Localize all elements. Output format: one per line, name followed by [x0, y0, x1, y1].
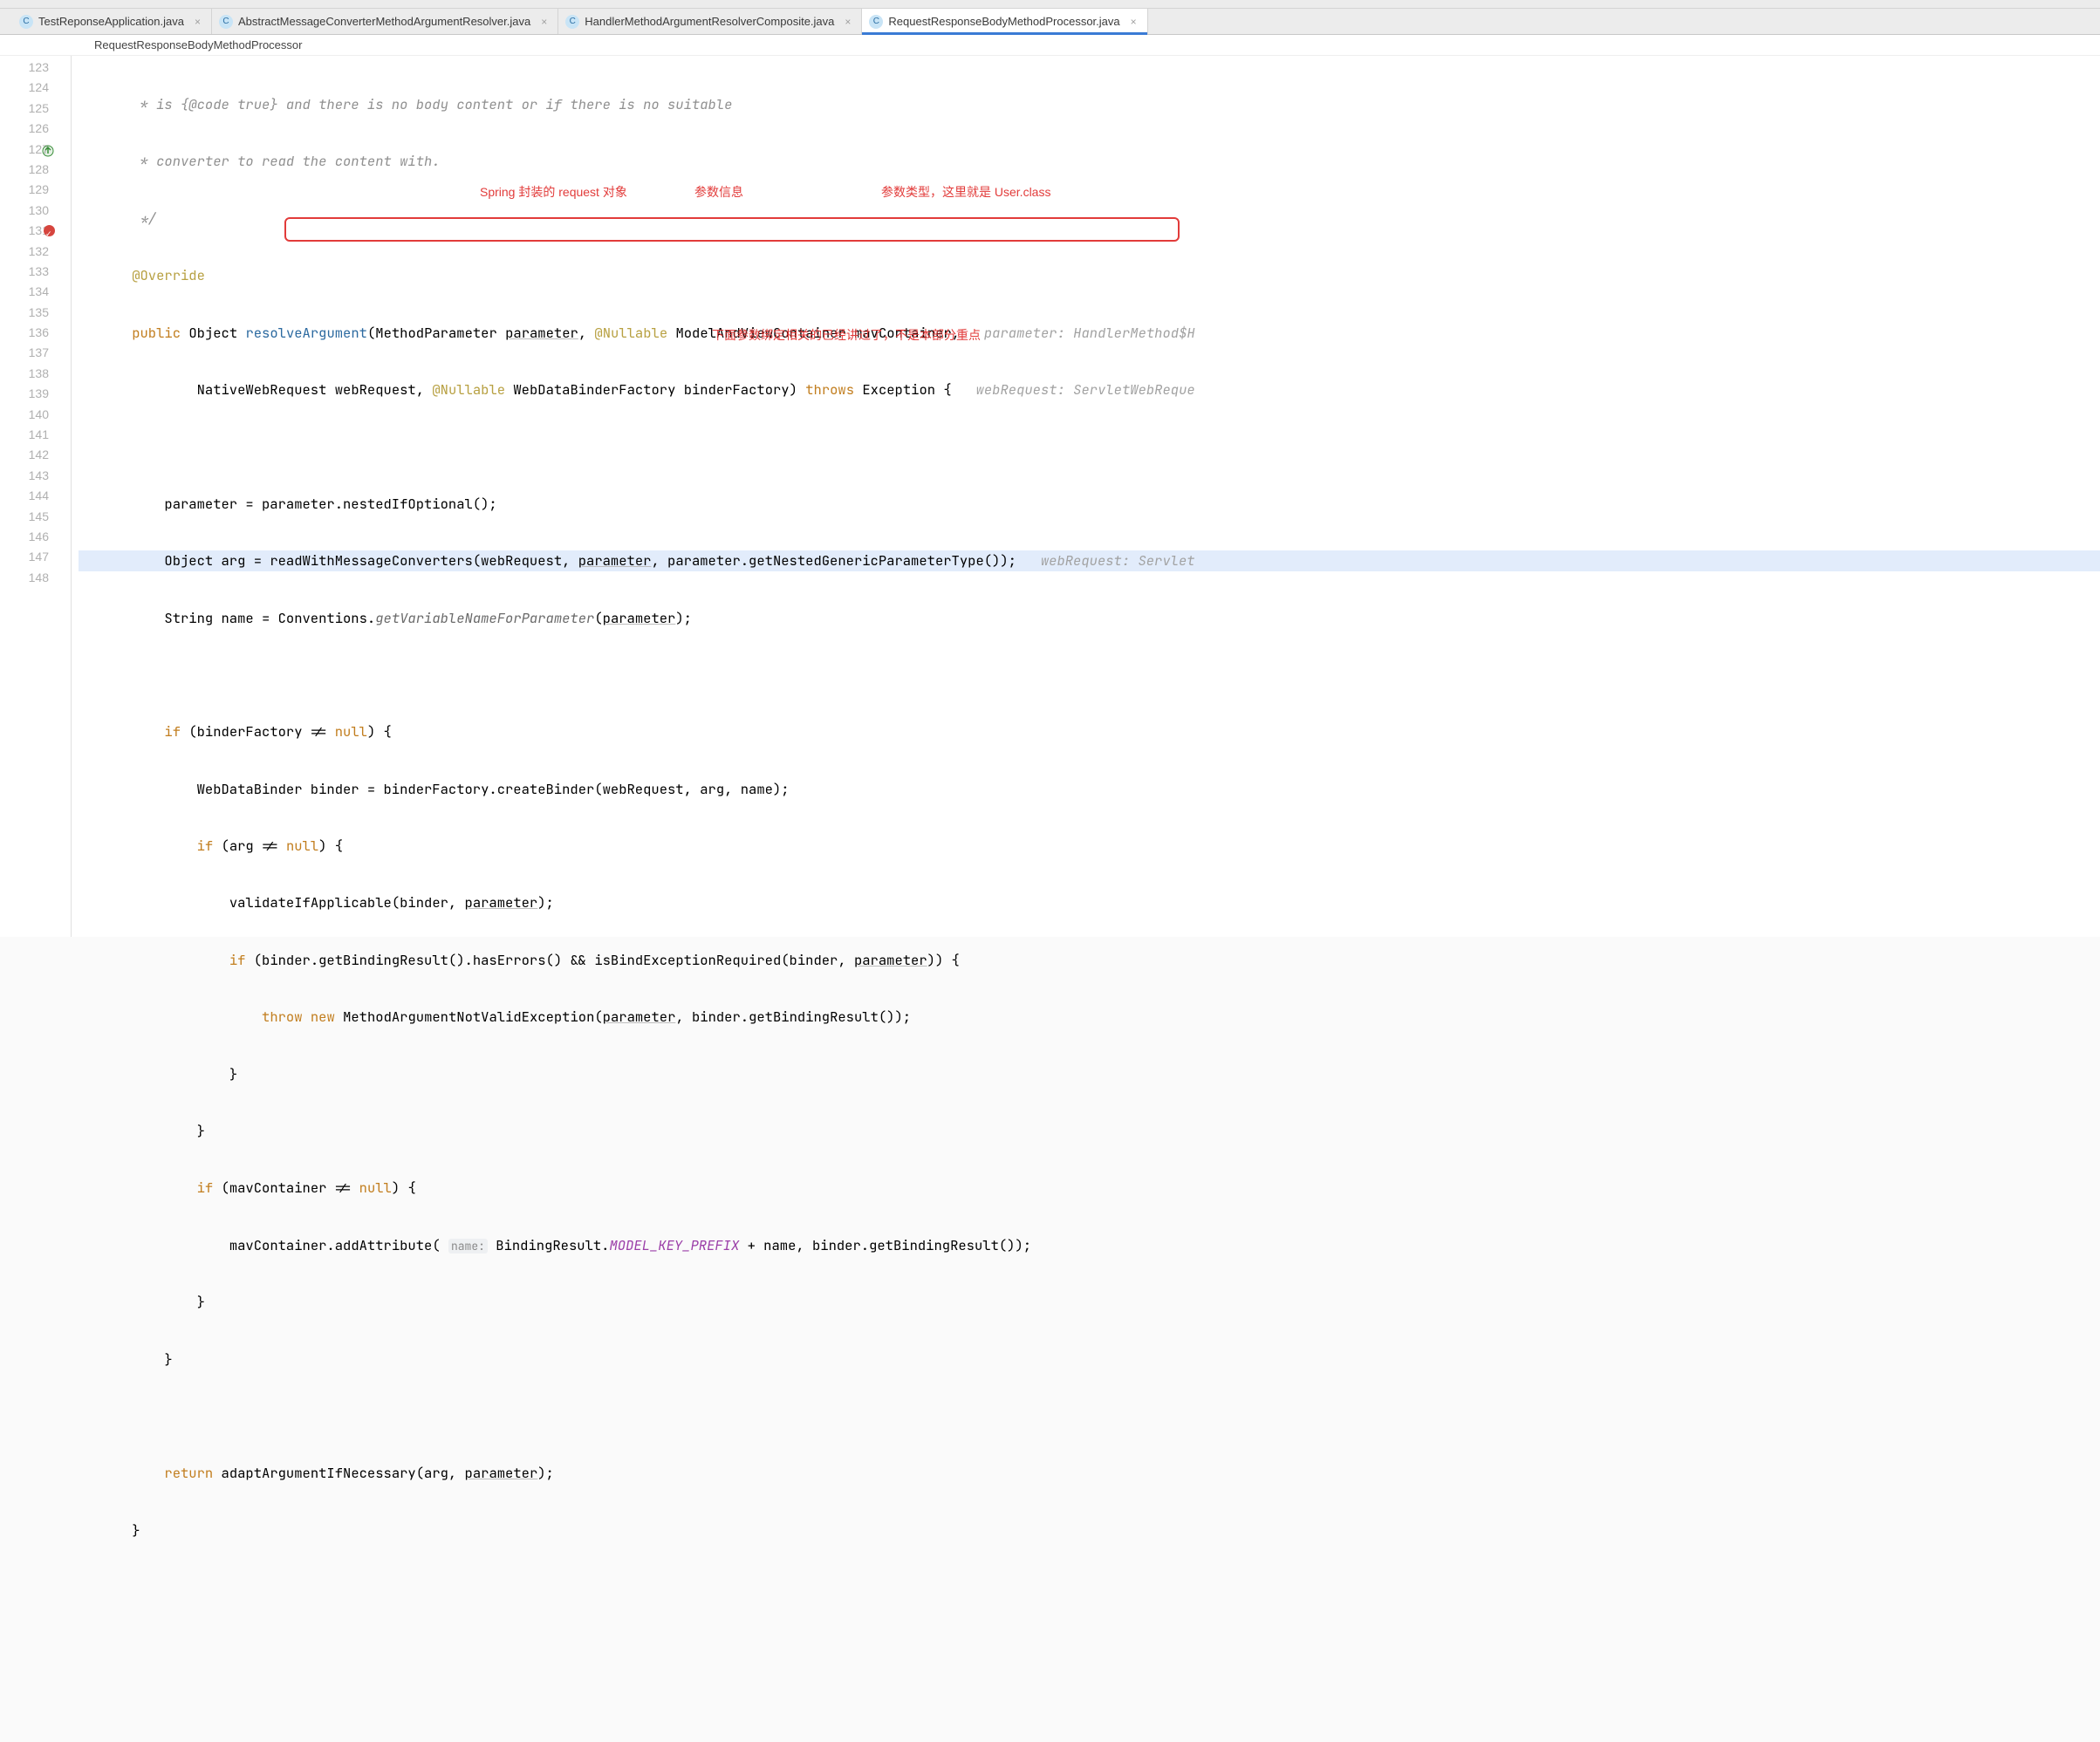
- line-number[interactable]: 143: [0, 466, 65, 486]
- close-icon[interactable]: ×: [845, 16, 851, 28]
- line-number[interactable]: 142: [0, 445, 65, 465]
- annotation-text: 参数类型，这里就是 User.class: [881, 183, 1050, 201]
- line-number[interactable]: 123: [0, 58, 65, 78]
- line-number[interactable]: 125: [0, 99, 65, 119]
- code-line[interactable]: throw new MethodArgumentNotValidExceptio…: [79, 1007, 2100, 1027]
- code-line[interactable]: }: [79, 1292, 2100, 1312]
- java-class-icon: C: [869, 15, 883, 29]
- fold-column[interactable]: [65, 56, 79, 937]
- code-line[interactable]: WebDataBinder binder = binderFactory.cre…: [79, 779, 2100, 799]
- code-line[interactable]: if (binder.getBindingResult().hasErrors(…: [79, 950, 2100, 970]
- line-number[interactable]: 148: [0, 568, 65, 588]
- line-number[interactable]: 141: [0, 425, 65, 445]
- code-line[interactable]: @Override: [79, 265, 2100, 285]
- java-class-icon: C: [565, 15, 579, 29]
- code-line[interactable]: String name = Conventions.getVariableNam…: [79, 608, 2100, 628]
- code-line[interactable]: parameter = parameter.nestedIfOptional()…: [79, 494, 2100, 514]
- tab-abstractmessageconverter[interactable]: C AbstractMessageConverterMethodArgument…: [212, 9, 558, 34]
- line-number[interactable]: 133: [0, 262, 65, 282]
- code-line[interactable]: [79, 665, 2100, 685]
- close-icon[interactable]: ×: [195, 16, 201, 28]
- line-number[interactable]: 145: [0, 507, 65, 527]
- annotation-text: 下面参数绑定相关的已经讲过了，不是本部分重点: [712, 326, 981, 344]
- tab-label: HandlerMethodArgumentResolverComposite.j…: [585, 15, 834, 28]
- code-editor[interactable]: 123 124 125 126 127 128 129 130 131 132 …: [0, 56, 2100, 937]
- line-number[interactable]: 147: [0, 547, 65, 567]
- code-line[interactable]: if (mavContainer != null) {: [79, 1178, 2100, 1198]
- line-number[interactable]: 128: [0, 160, 65, 180]
- line-number[interactable]: 137: [0, 343, 65, 363]
- code-line[interactable]: }: [79, 1121, 2100, 1141]
- top-crumb-strip: [0, 0, 2100, 9]
- code-line[interactable]: return adaptArgumentIfNecessary(arg, par…: [79, 1463, 2100, 1483]
- code-line[interactable]: */: [79, 208, 2100, 229]
- line-number[interactable]: 131: [0, 221, 65, 241]
- code-line[interactable]: }: [79, 1064, 2100, 1084]
- annotation-text: 参数信息: [694, 183, 743, 201]
- line-number[interactable]: 129: [0, 180, 65, 200]
- line-number[interactable]: 132: [0, 242, 65, 262]
- tab-label: AbstractMessageConverterMethodArgumentRe…: [238, 15, 530, 28]
- java-class-icon: C: [219, 15, 233, 29]
- tab-label: RequestResponseBodyMethodProcessor.java: [888, 15, 1119, 28]
- breadcrumb[interactable]: RequestResponseBodyMethodProcessor: [0, 35, 2100, 56]
- code-line[interactable]: [79, 1406, 2100, 1426]
- breakpoint-icon[interactable]: [44, 225, 55, 236]
- java-class-icon: C: [19, 15, 33, 29]
- tab-handlermethodcomposite[interactable]: C HandlerMethodArgumentResolverComposite…: [558, 9, 862, 34]
- line-number[interactable]: 127: [0, 140, 65, 160]
- override-gutter-icon[interactable]: [42, 143, 54, 155]
- code-line[interactable]: NativeWebRequest webRequest, @Nullable W…: [79, 379, 2100, 400]
- line-number[interactable]: 140: [0, 405, 65, 425]
- line-number[interactable]: 144: [0, 486, 65, 506]
- tab-label: TestReponseApplication.java: [38, 15, 184, 28]
- line-number[interactable]: 138: [0, 364, 65, 384]
- gutter[interactable]: 123 124 125 126 127 128 129 130 131 132 …: [0, 56, 65, 937]
- code-line[interactable]: }: [79, 1520, 2100, 1540]
- line-number[interactable]: 124: [0, 78, 65, 98]
- line-number[interactable]: 139: [0, 384, 65, 404]
- annotation-text: Spring 封装的 request 对象: [480, 183, 627, 201]
- line-number[interactable]: 136: [0, 323, 65, 343]
- tab-testresponseapplication[interactable]: C TestReponseApplication.java ×: [12, 9, 212, 34]
- code-line-current[interactable]: Object arg = readWithMessageConverters(w…: [79, 550, 2100, 570]
- code-line[interactable]: mavContainer.addAttribute( name: Binding…: [79, 1235, 2100, 1255]
- code-line[interactable]: }: [79, 1349, 2100, 1370]
- code-line[interactable]: * converter to read the content with.: [79, 151, 2100, 171]
- tab-requestresponsebody[interactable]: C RequestResponseBodyMethodProcessor.jav…: [862, 9, 1147, 34]
- code-line[interactable]: if (arg != null) {: [79, 836, 2100, 856]
- line-number[interactable]: 126: [0, 119, 65, 139]
- line-number[interactable]: 134: [0, 282, 65, 302]
- close-icon[interactable]: ×: [541, 16, 547, 28]
- code-line[interactable]: * is {@code true} and there is no body c…: [79, 94, 2100, 114]
- line-number[interactable]: 146: [0, 527, 65, 547]
- code-line[interactable]: if (binderFactory != null) {: [79, 721, 2100, 741]
- code-area[interactable]: * is {@code true} and there is no body c…: [79, 56, 2100, 937]
- line-number[interactable]: 135: [0, 303, 65, 323]
- code-line[interactable]: public Object resolveArgument(MethodPara…: [79, 323, 2100, 343]
- code-line[interactable]: validateIfApplicable(binder, parameter);: [79, 892, 2100, 912]
- close-icon[interactable]: ×: [1131, 16, 1137, 28]
- line-number[interactable]: 130: [0, 201, 65, 221]
- editor-tabs: C TestReponseApplication.java × C Abstra…: [0, 9, 2100, 35]
- code-line[interactable]: [79, 436, 2100, 456]
